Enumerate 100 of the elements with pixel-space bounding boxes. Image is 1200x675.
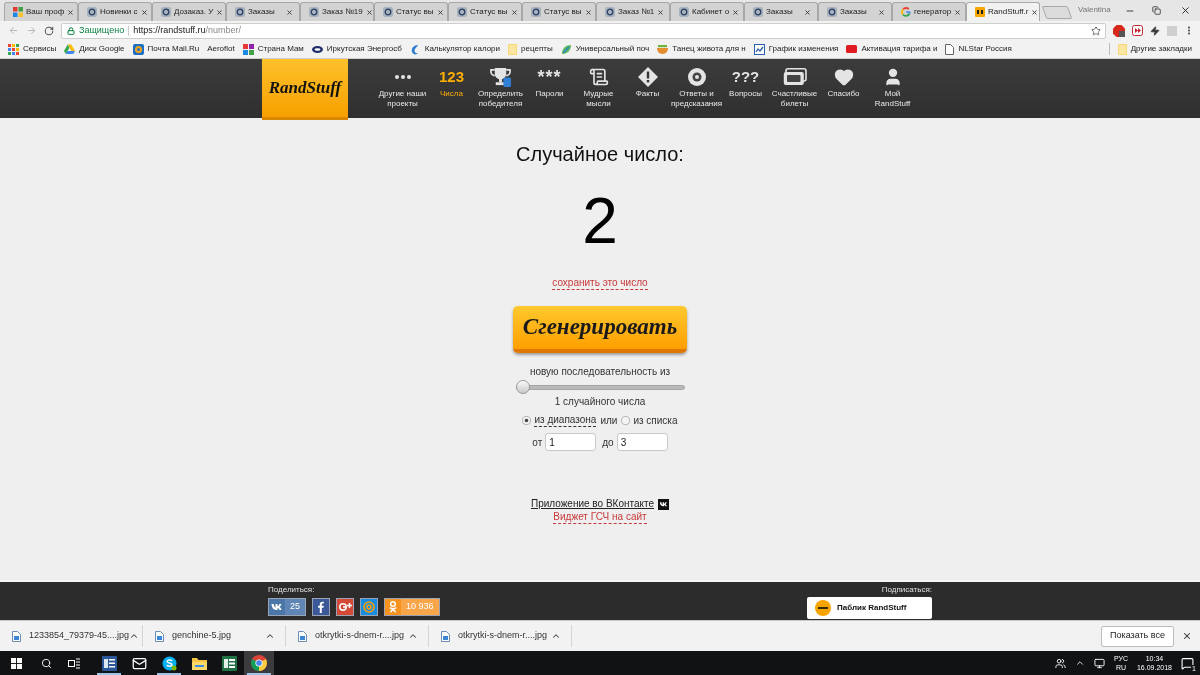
- nav-item[interactable]: Мой RandStuff: [868, 59, 917, 118]
- generate-button[interactable]: Сгенерировать: [513, 306, 687, 353]
- bookmark-item[interactable]: Сервисы: [8, 43, 57, 55]
- bookmark-item[interactable]: Калькулятор калори: [409, 43, 501, 55]
- bookmark-item[interactable]: Иркутская Энергосб: [311, 43, 402, 55]
- vk-app-link[interactable]: Приложение во ВКонтакте: [530, 498, 655, 510]
- document-app-icon[interactable]: [101, 655, 117, 671]
- folder-app-icon[interactable]: [191, 656, 207, 670]
- count-slider[interactable]: [515, 380, 685, 394]
- close-icon[interactable]: [1179, 5, 1191, 16]
- nav-item[interactable]: Ответы и предсказания: [672, 59, 721, 118]
- download-item[interactable]: otkrytki-s-dnem-r....jpg: [298, 629, 408, 643]
- stop-sign-icon[interactable]: [1113, 24, 1125, 37]
- download-item[interactable]: genchine-5.jpg: [155, 629, 265, 643]
- bookmark-item[interactable]: рецепты: [508, 43, 553, 55]
- spreadsheet-app-icon[interactable]: [221, 655, 237, 671]
- nav-item[interactable]: Факты: [623, 59, 672, 118]
- lightning-icon[interactable]: [1150, 25, 1160, 36]
- browser-app-icon[interactable]: [251, 655, 267, 671]
- other-bookmarks[interactable]: Другие закладки: [1117, 43, 1192, 55]
- tab-close-icon[interactable]: [365, 8, 373, 16]
- browser-tab[interactable]: Кабинет о: [670, 2, 744, 21]
- bookmark-item[interactable]: График изменения: [753, 43, 839, 55]
- tab-close-icon[interactable]: [67, 8, 75, 16]
- caret-icon[interactable]: [1074, 658, 1085, 668]
- browser-tab[interactable]: Дозаказ. У: [152, 2, 226, 21]
- notifications-icon[interactable]: [1181, 656, 1194, 670]
- browser-tab[interactable]: Статус вы: [374, 2, 448, 21]
- download-item[interactable]: otkrytki-s-dnem-r....jpg: [441, 629, 551, 643]
- browser-tab[interactable]: Заказ №19: [300, 2, 374, 21]
- reload-icon[interactable]: [44, 25, 54, 36]
- close-icon[interactable]: [1182, 631, 1192, 641]
- bookmark-item[interactable]: Почта Mail.Ru: [132, 43, 200, 55]
- tab-close-icon[interactable]: [878, 8, 885, 16]
- bookmark-item[interactable]: Диск Google: [64, 43, 125, 55]
- mode-option[interactable]: из списка: [621, 414, 678, 427]
- radio-icon[interactable]: [522, 416, 532, 425]
- people-icon[interactable]: [1054, 657, 1066, 669]
- nav-item[interactable]: Счастливые билеты: [770, 59, 819, 118]
- site-logo[interactable]: RandStuff: [262, 59, 348, 120]
- nav-item[interactable]: Мудрые мысли: [574, 59, 623, 118]
- share-button[interactable]: [336, 598, 354, 616]
- browser-tab[interactable]: Заказы: [226, 2, 300, 21]
- address-bar[interactable]: Защищено https://randstuff.ru/number/: [61, 22, 1106, 39]
- caret-icon[interactable]: [408, 631, 418, 641]
- restore-icon[interactable]: [1152, 6, 1161, 15]
- share-button[interactable]: 25: [268, 598, 306, 616]
- skype-app-icon[interactable]: [161, 655, 177, 671]
- nav-item[interactable]: *** Пароли: [525, 59, 574, 118]
- show-all-button[interactable]: Показать все: [1101, 625, 1174, 647]
- save-number-link[interactable]: сохранить это число: [552, 277, 648, 290]
- browser-tab[interactable]: Заказ №1: [596, 2, 670, 21]
- search-icon[interactable]: [40, 657, 52, 669]
- range-to-field[interactable]: 3: [616, 433, 668, 451]
- caret-icon[interactable]: [129, 631, 140, 641]
- browser-tab[interactable]: Заказы: [818, 2, 892, 21]
- tab-close-icon[interactable]: [804, 8, 811, 16]
- profile-name[interactable]: Valentina: [1078, 4, 1111, 16]
- tab-close-icon[interactable]: [436, 8, 444, 16]
- widget-link[interactable]: Виджет ГСЧ на сайт: [553, 511, 647, 524]
- network-icon[interactable]: [1093, 657, 1105, 669]
- bookmark-item[interactable]: Активация тарифа и: [846, 43, 938, 55]
- windows-logo-icon[interactable]: [10, 657, 22, 669]
- bookmark-item[interactable]: Страна Мам: [242, 43, 304, 55]
- browser-tab[interactable]: Новинки с: [78, 2, 152, 21]
- task-view-icon[interactable]: [68, 657, 80, 669]
- bookmark-item[interactable]: Aeroflot: [207, 43, 235, 55]
- bookmark-item[interactable]: Универсальный поч: [560, 43, 650, 55]
- range-from-field[interactable]: 1: [545, 433, 597, 451]
- bookmark-star-icon[interactable]: [1091, 25, 1101, 36]
- caret-icon[interactable]: [551, 631, 561, 641]
- tab-close-icon[interactable]: [954, 8, 962, 16]
- taskbar-app[interactable]: [244, 651, 274, 675]
- browser-tab[interactable]: генератор: [892, 2, 966, 21]
- browser-tab[interactable]: Статус вы: [448, 2, 522, 21]
- radio-icon[interactable]: [621, 416, 631, 425]
- bookmark-item[interactable]: Танец живота для н: [657, 43, 746, 55]
- nav-item[interactable]: Другие наши проекты: [378, 59, 427, 118]
- tab-close-icon[interactable]: [584, 8, 592, 16]
- download-item[interactable]: 1233854_79379-45....jpg: [12, 629, 130, 643]
- slider-thumb[interactable]: [515, 380, 530, 394]
- nav-item[interactable]: Спасибо: [819, 59, 868, 118]
- tab-close-icon[interactable]: [510, 8, 518, 16]
- tab-close-icon[interactable]: [657, 8, 665, 16]
- tab-close-icon[interactable]: [216, 8, 224, 16]
- browser-tab[interactable]: Статус вы: [522, 2, 596, 21]
- mail-app-icon[interactable]: [131, 655, 147, 671]
- fast-forward-icon[interactable]: [1132, 25, 1143, 36]
- browser-tab[interactable]: Заказы: [744, 2, 818, 21]
- tab-close-icon[interactable]: [1031, 8, 1039, 16]
- nav-item[interactable]: 123 Числа: [427, 59, 476, 118]
- tab-close-icon[interactable]: [732, 8, 740, 16]
- nav-item[interactable]: Определить победителя: [476, 59, 525, 118]
- share-button[interactable]: [312, 598, 330, 616]
- tab-close-icon[interactable]: [140, 8, 148, 16]
- nav-item[interactable]: ??? Вопросы: [721, 59, 770, 118]
- browser-tab[interactable]: RandStuff.r: [966, 2, 1040, 21]
- tab-close-icon[interactable]: [286, 8, 293, 16]
- mode-option[interactable]: из диапазона: [522, 414, 597, 427]
- caret-icon[interactable]: [265, 631, 275, 641]
